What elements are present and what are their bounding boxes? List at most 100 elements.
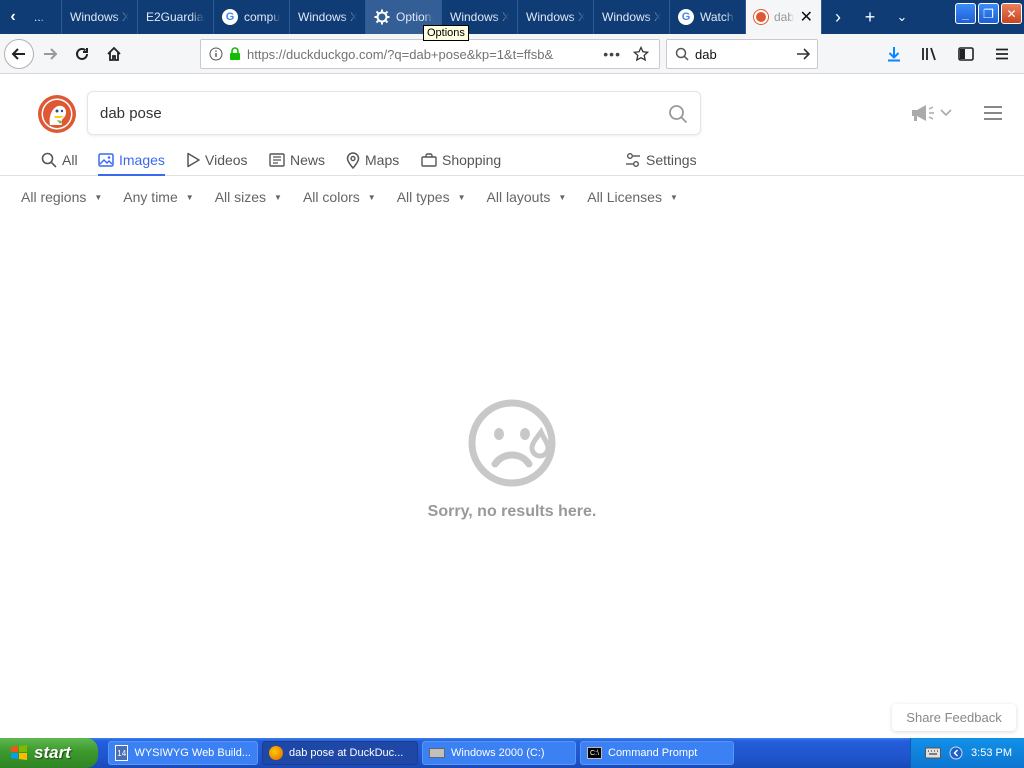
taskbar-item-label: WYSIWYG Web Build... (134, 747, 251, 759)
caret-down-icon: ▼ (185, 192, 194, 202)
drive-icon (429, 748, 445, 758)
new-tab-icon[interactable]: + (854, 0, 886, 34)
tab-item[interactable]: E2Guardian (138, 0, 214, 34)
tab-label: Videos (205, 152, 248, 168)
taskbar-item-label: Command Prompt (608, 747, 698, 759)
back-arrow-icon[interactable] (4, 38, 34, 69)
map-pin-icon (346, 151, 360, 169)
library-icon[interactable] (914, 38, 946, 70)
tab-item[interactable]: G compu (214, 0, 290, 34)
tab-list-chevron-icon[interactable]: ⌄ (886, 0, 918, 34)
megaphone-icon[interactable] (910, 104, 936, 122)
browser-search-input[interactable] (695, 46, 785, 62)
filter-layouts[interactable]: All layouts ▼ (487, 189, 567, 205)
download-arrow-icon[interactable] (878, 38, 910, 70)
tab-item[interactable]: G Watch (670, 0, 746, 34)
wysiwyg-icon: 14 (115, 745, 129, 761)
tab-images[interactable]: Images (98, 145, 165, 176)
filter-time[interactable]: Any time ▼ (123, 189, 193, 205)
close-tab-icon[interactable]: ✕ (796, 7, 813, 27)
reload-icon[interactable] (66, 38, 98, 70)
filter-licenses[interactable]: All Licenses ▼ (587, 189, 678, 205)
sidebar-toggle-icon[interactable] (950, 38, 982, 70)
tab-item[interactable]: Windows X (290, 0, 366, 34)
navigation-toolbar: https://duckduckgo.com/?q=dab+pose&kp=1&… (0, 34, 1024, 74)
start-button[interactable]: start (0, 738, 98, 768)
tab-item[interactable]: Windows X (62, 0, 138, 34)
duckduckgo-logo[interactable] (37, 94, 77, 134)
image-icon (98, 152, 114, 167)
bookmark-star-icon[interactable] (633, 46, 649, 62)
share-feedback-button[interactable]: Share Feedback (892, 704, 1016, 731)
caret-down-icon: ▼ (94, 192, 103, 202)
google-icon: G (678, 9, 694, 25)
filter-types[interactable]: All types ▼ (397, 189, 466, 205)
clock: 3:53 PM (971, 747, 1012, 759)
tab-all[interactable]: All (41, 145, 78, 175)
tab-label: E2Guardian (146, 10, 205, 24)
lock-icon[interactable] (229, 47, 241, 61)
filter-label: Any time (123, 189, 178, 205)
close-window-icon[interactable]: ✕ (1001, 3, 1022, 24)
tab-maps[interactable]: Maps (346, 145, 399, 175)
filter-label: All regions (21, 189, 87, 205)
chevron-down-icon[interactable] (940, 109, 952, 117)
browser-search-bar[interactable] (666, 39, 818, 69)
filter-colors[interactable]: All colors ▼ (303, 189, 376, 205)
taskbar-item-firefox[interactable]: dab pose at DuckDuc... (262, 741, 418, 765)
home-icon[interactable] (98, 38, 130, 70)
info-icon[interactable] (209, 47, 223, 61)
app-menu-icon[interactable] (986, 38, 1018, 70)
url-text[interactable]: https://duckduckgo.com/?q=dab+pose&kp=1&… (247, 47, 567, 62)
tab-item-active[interactable]: dab ✕ (746, 0, 822, 34)
restore-icon[interactable]: ❐ (978, 3, 999, 24)
taskbar-item-drive[interactable]: Windows 2000 (C:) (422, 741, 576, 765)
minimize-icon[interactable]: _ (955, 3, 976, 24)
tab-label: compu (244, 10, 281, 24)
tab-label: Images (119, 151, 165, 168)
tab-label: Windows X (602, 10, 661, 24)
settings-sliders-icon (626, 153, 640, 167)
url-bar[interactable]: https://duckduckgo.com/?q=dab+pose&kp=1&… (200, 39, 660, 69)
no-results-panel: Sorry, no results here. (0, 398, 1024, 521)
search-icon[interactable] (668, 104, 688, 124)
filter-label: All types (396, 189, 450, 205)
filter-label: All sizes (214, 189, 267, 205)
filter-label: All Licenses (587, 189, 662, 205)
tray-arrow-icon[interactable] (949, 746, 963, 760)
filter-regions[interactable]: All regions ▼ (21, 189, 102, 205)
tab-label: Maps (365, 152, 400, 168)
tab-label: dab (774, 10, 795, 24)
tabs-scroll-left-icon[interactable]: ‹ (0, 0, 26, 34)
keyboard-icon[interactable] (925, 747, 942, 759)
ddg-search-input[interactable] (100, 104, 640, 122)
tabs-scroll-right-icon[interactable]: › (822, 0, 854, 34)
taskbar-item-label: Windows 2000 (C:) (451, 747, 545, 759)
tab-item[interactable]: Windows X (518, 0, 594, 34)
taskbar-item-cmd[interactable]: C:\ Command Prompt (580, 741, 734, 765)
tab-news[interactable]: News (269, 145, 325, 175)
forward-arrow-icon[interactable] (34, 38, 66, 70)
caret-down-icon: ▼ (274, 192, 282, 202)
tab-label: Watch (700, 10, 734, 24)
tab-label: Windows X (298, 10, 357, 24)
tab-label: ... (34, 10, 45, 24)
ddg-search-box[interactable] (87, 91, 701, 135)
tab-videos[interactable]: Videos (186, 145, 248, 175)
tab-item[interactable]: Windows X (594, 0, 670, 34)
settings-link[interactable]: Settings (625, 145, 697, 175)
duckduckgo-icon (754, 10, 768, 24)
taskbar-item-wysiwyg[interactable]: 14 WYSIWYG Web Build... (108, 741, 258, 765)
gear-icon (374, 9, 390, 25)
go-arrow-icon[interactable] (795, 46, 811, 62)
tab-shopping[interactable]: Shopping (421, 145, 501, 175)
page-actions-icon[interactable]: ••• (603, 46, 621, 62)
tab-item[interactable]: ... (26, 0, 62, 34)
ddg-menu-icon[interactable] (984, 106, 1002, 120)
newspaper-icon (269, 153, 285, 167)
caret-down-icon: ▼ (558, 192, 567, 202)
shopping-bag-icon (421, 153, 437, 167)
filter-sizes[interactable]: All sizes ▼ (215, 189, 282, 205)
tab-label: All (62, 152, 78, 168)
tab-label: Windows X (70, 10, 129, 24)
